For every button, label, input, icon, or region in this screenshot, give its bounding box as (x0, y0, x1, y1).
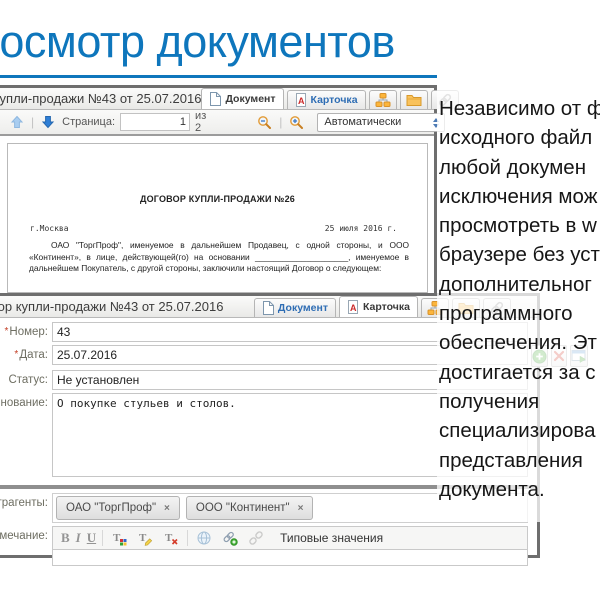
counterparty-chip[interactable]: ОАО "ТоргПроф" × (56, 496, 180, 520)
svg-text:T: T (113, 532, 121, 544)
bold-button[interactable]: B (61, 530, 70, 546)
zoom-in-button[interactable] (287, 115, 306, 130)
toolbar-separator (187, 530, 188, 546)
chip-remove-icon[interactable]: × (298, 503, 304, 514)
underline-button[interactable]: U (87, 530, 96, 546)
note-label: Примечание: (0, 526, 48, 542)
page-number-input[interactable] (120, 113, 190, 131)
tab-document[interactable]: Документ (254, 298, 336, 317)
svg-text:T: T (165, 532, 173, 544)
tab-card[interactable]: A Карточка (287, 90, 366, 109)
document-viewer-window: Договор купли-продажи №43 от 25.07.2016 … (0, 85, 437, 298)
add-link-icon (222, 530, 238, 546)
counterparties-label: Контрагенты: (0, 493, 48, 509)
previous-page-button[interactable] (8, 115, 26, 129)
document-heading: ДОГОВОР КУПЛИ-ПРОДАЖИ №26 (8, 194, 427, 204)
remove-link-button[interactable] (246, 530, 266, 546)
document-body: ОАО "ТоргПроф", именуемое в дальнейшем П… (29, 240, 409, 275)
card-window-title: Договор купли-продажи №43 от 25.07.2016 (0, 299, 223, 314)
zoom-out-icon (257, 115, 272, 130)
toolbar-separator: | (279, 115, 282, 129)
tab-hierarchy[interactable] (369, 90, 397, 109)
number-label: *Номер: (0, 322, 48, 338)
tab-document[interactable]: Документ (201, 88, 283, 109)
tab-label: Документ (278, 302, 328, 314)
card-a-icon: A (295, 93, 307, 107)
required-mark: * (5, 326, 9, 337)
zoom-in-icon (289, 115, 304, 130)
document-dateline: г.Москва 25 июля 2016 г. (30, 224, 397, 233)
tab-label: Карточка (363, 301, 410, 313)
status-label: Статус: (0, 370, 48, 386)
svg-text:A: A (298, 96, 305, 106)
text-edit-icon: T (137, 530, 153, 546)
page-label: Страница: (62, 116, 115, 128)
toolbar-separator: | (31, 115, 34, 129)
field-row-note: Примечание: B I U T T T (0, 526, 537, 566)
typical-values-label[interactable]: Типовые значения (280, 531, 383, 545)
page-icon (262, 301, 274, 315)
tab-label: Карточка (311, 94, 358, 106)
viewer-toolbar: | Страница: из 2 | Автоматически (0, 110, 434, 136)
clear-format-icon: T (163, 530, 179, 546)
date-label: *Дата: (0, 345, 48, 361)
slide: Просмотр документов Договор купли-продаж… (0, 0, 600, 600)
chip-label: ОАО "ТоргПроф" (66, 502, 156, 514)
clear-format-button[interactable]: T (161, 530, 181, 546)
page-up-icon (10, 115, 24, 129)
italic-button[interactable]: I (76, 530, 81, 546)
zoom-out-button[interactable] (255, 115, 274, 130)
slide-body-text: Независимо от ф исходного файл любой док… (439, 94, 600, 504)
viewer-window-header: Договор купли-продажи №43 от 25.07.2016 … (0, 88, 434, 110)
remove-link-icon (248, 530, 264, 546)
tab-folder[interactable] (400, 90, 428, 109)
document-date: 25 июля 2016 г. (325, 224, 397, 233)
folder-icon (406, 92, 422, 108)
hierarchy-icon (375, 92, 391, 108)
note-toolbar: B I U T T T (52, 526, 528, 550)
page-title: Просмотр документов (0, 16, 395, 68)
text-edit-button[interactable]: T (135, 530, 155, 546)
counterparty-chip[interactable]: ООО "Континент" × (186, 496, 314, 520)
viewer-window-title: Договор купли-продажи №43 от 25.07.2016 (0, 91, 201, 106)
title-underline (0, 75, 437, 78)
viewer-tabs: Документ A Карточка (201, 88, 458, 109)
chip-label: ООО "Континент" (196, 502, 290, 514)
svg-text:A: A (350, 303, 357, 313)
font-color-icon: T (111, 530, 127, 546)
required-mark: * (14, 349, 18, 360)
tab-card[interactable]: A Карточка (339, 296, 418, 317)
page-icon (209, 92, 221, 106)
page-down-icon (41, 115, 55, 129)
globe-icon (196, 530, 212, 546)
tab-label: Документ (225, 93, 275, 105)
zoom-mode-value: Автоматически (324, 116, 401, 128)
document-page: ДОГОВОР КУПЛИ-ПРОДАЖИ №26 г.Москва 25 ию… (7, 143, 428, 293)
svg-text:T: T (139, 532, 147, 544)
add-link-button[interactable] (220, 530, 240, 546)
font-color-button[interactable]: T (109, 530, 129, 546)
name-label: Наименование: (0, 393, 48, 409)
note-field[interactable] (52, 550, 528, 566)
zoom-mode-select[interactable]: Автоматически (317, 113, 445, 132)
document-city: г.Москва (30, 224, 69, 233)
document-preview: ДОГОВОР КУПЛИ-ПРОДАЖИ №26 г.Москва 25 ию… (0, 143, 434, 302)
globe-button[interactable] (194, 530, 214, 546)
card-a-icon: A (347, 300, 359, 314)
pages-total-label: из 2 (195, 110, 206, 134)
zoom-group: | Автоматически (255, 113, 445, 132)
toolbar-separator (102, 530, 103, 546)
next-page-button[interactable] (39, 115, 57, 129)
chip-remove-icon[interactable]: × (164, 503, 170, 514)
